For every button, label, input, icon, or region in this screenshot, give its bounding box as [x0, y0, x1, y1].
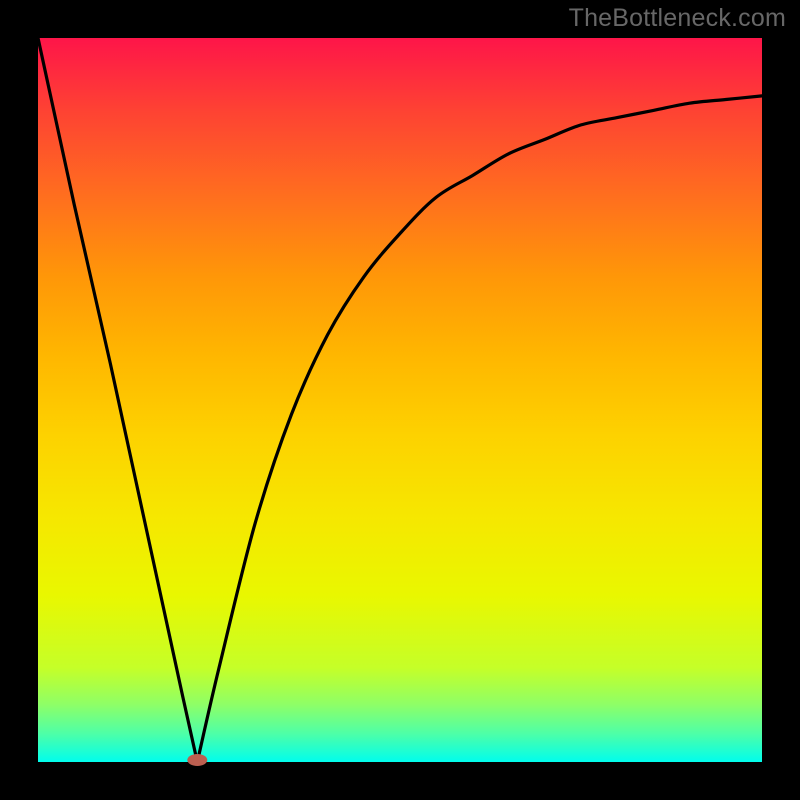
chart-frame: TheBottleneck.com — [0, 0, 800, 800]
watermark-text: TheBottleneck.com — [569, 4, 786, 33]
curve-right-segment — [197, 96, 762, 762]
curve-left-segment — [38, 38, 197, 762]
curve-layer — [38, 38, 762, 762]
plot-area — [38, 38, 762, 762]
minimum-point-marker — [187, 754, 207, 766]
